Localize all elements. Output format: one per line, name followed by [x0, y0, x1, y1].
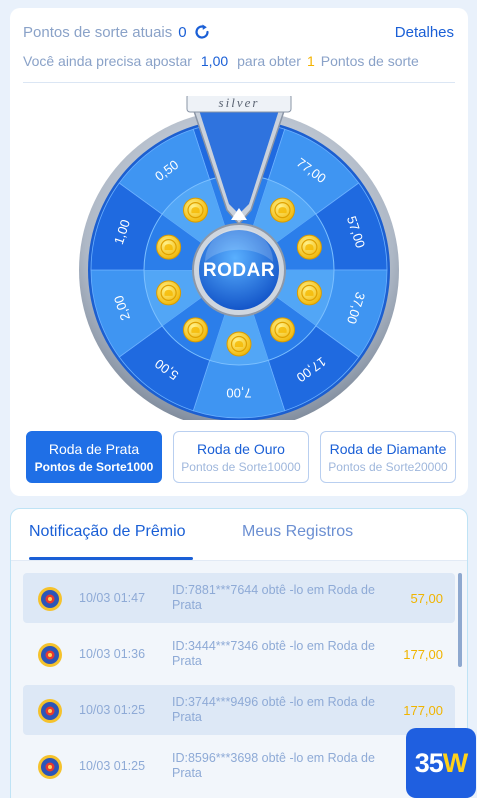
- coin-icon: [269, 197, 295, 223]
- list-item: 10/03 01:47 ID:7881***7644 obtê -lo em R…: [23, 573, 455, 623]
- requirement-middle: para obter: [237, 53, 301, 69]
- coin-icon: [296, 234, 322, 260]
- records-card: Notificação de Prêmio Meus Registros 10/…: [10, 508, 468, 798]
- notification-message: ID:8596***3698 obtê -lo em Roda de Prata: [172, 751, 375, 780]
- tab-prize-notifications[interactable]: Notificação de Prêmio: [29, 523, 186, 541]
- tier-points: Pontos de Sorte10000: [181, 459, 301, 474]
- refresh-icon[interactable]: [193, 23, 211, 41]
- notification-message: ID:7881***7644 obtê -lo em Roda de Prata: [172, 583, 375, 612]
- medal-icon: [38, 643, 62, 667]
- bet-requirement-text: Você ainda precisa apostar 1,00 para obter…: [23, 53, 419, 69]
- coin-icon: [269, 317, 295, 343]
- prize-label: 7,00: [226, 386, 251, 401]
- requirement-suffix: Pontos de sorte: [320, 53, 419, 69]
- requirement-prefix: Você ainda precisa apostar: [23, 53, 192, 69]
- medal-icon: [38, 699, 62, 723]
- divider: [23, 82, 455, 83]
- list-item: 10/03 01:25 ID:3744***9496 obtê -lo em R…: [23, 685, 455, 735]
- scrollbar[interactable]: [458, 573, 462, 667]
- requirement-amount: 1,00: [200, 53, 229, 69]
- coin-icon: [156, 280, 182, 306]
- lucky-wheel-card: Pontos de sorte atuais 0 Detalhes Você a…: [10, 8, 468, 496]
- site-logo-badge[interactable]: 35 W: [406, 728, 476, 798]
- tier-points: Pontos de Sorte20000: [328, 459, 448, 474]
- tier-diamond[interactable]: Roda de Diamante Pontos de Sorte20000: [320, 431, 456, 483]
- wheel-tier-selector: Roda de Prata Pontos de Sorte1000 Roda d…: [26, 431, 456, 483]
- medal-icon: [38, 755, 62, 779]
- records-tabs: Notificação de Prêmio Meus Registros: [11, 509, 467, 561]
- coin-icon: [296, 280, 322, 306]
- lucky-points-label: Pontos de sorte atuais: [23, 23, 173, 41]
- notification-time: 10/03 01:25: [79, 703, 146, 717]
- tier-silver[interactable]: Roda de Prata Pontos de Sorte1000: [26, 431, 162, 483]
- coin-icon: [226, 331, 252, 357]
- logo-letter: W: [442, 747, 469, 778]
- tier-name: Roda de Prata: [48, 440, 140, 457]
- tier-name: Roda de Diamante: [329, 440, 447, 457]
- notification-time: 10/03 01:47: [79, 591, 146, 605]
- notification-amount: 177,00: [403, 702, 443, 718]
- list-item: 10/03 01:36 ID:3444***7346 obtê -lo em R…: [23, 629, 455, 679]
- details-link[interactable]: Detalhes: [395, 24, 454, 41]
- notification-time: 10/03 01:25: [79, 759, 146, 773]
- notification-list[interactable]: 10/03 01:47 ID:7881***7644 obtê -lo em R…: [11, 561, 467, 798]
- lucky-points-row: Pontos de sorte atuais 0: [23, 23, 211, 41]
- tier-gold[interactable]: Roda de Ouro Pontos de Sorte10000: [173, 431, 309, 483]
- notification-time: 10/03 01:36: [79, 647, 146, 661]
- logo-number: 35: [414, 747, 444, 778]
- list-item: 10/03 01:25 ID:8596***3698 obtê -lo em R…: [23, 741, 455, 791]
- wheel-brand: silver: [219, 96, 260, 110]
- coin-icon: [183, 317, 209, 343]
- prize-wheel: 177,0077,0057,0037,0017,007,005,002,001,…: [78, 96, 400, 420]
- medal-icon: [38, 587, 62, 611]
- tier-points: Pontos de Sorte1000: [34, 459, 154, 474]
- coin-icon: [156, 234, 182, 260]
- notification-message: ID:3744***9496 obtê -lo em Roda de Prata: [172, 695, 375, 724]
- tab-my-records[interactable]: Meus Registros: [242, 523, 353, 541]
- notification-amount: 177,00: [403, 646, 443, 662]
- requirement-points: 1: [306, 53, 315, 69]
- lucky-points-value: 0: [178, 23, 187, 41]
- notification-amount: 57,00: [410, 590, 443, 606]
- tier-name: Roda de Ouro: [197, 440, 285, 457]
- coin-icon: [183, 197, 209, 223]
- spin-button[interactable]: RODAR: [194, 226, 284, 316]
- notification-message: ID:3444***7346 obtê -lo em Roda de Prata: [172, 639, 375, 668]
